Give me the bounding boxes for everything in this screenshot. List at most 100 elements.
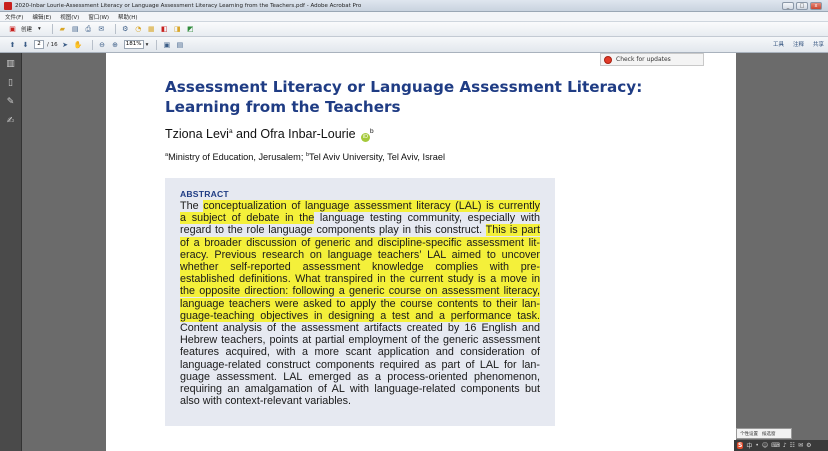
highlight-icon[interactable]: ▦ [147,24,156,34]
highlighted-text: a subject of debate in the [180,212,315,225]
email-icon[interactable]: ✉ [97,24,106,34]
zoom-dropdown-icon[interactable]: ▾ [146,42,149,48]
window-title: 2020-Inbar Lourie-Assessment Literacy or… [15,2,362,9]
affiliation-a: Ministry of Education, Jerusalem; [168,152,306,162]
menu-view[interactable]: 视图(V) [60,13,79,21]
ime-settings-gear-icon[interactable]: ⚙ [806,442,811,449]
zoom-out-icon[interactable]: ⊖ [98,40,107,50]
ime-keyboard-icon[interactable]: ⌨ [771,442,780,449]
author-2: and Ofra Inbar-Lourie [232,127,360,141]
bookmarks-icon[interactable]: ▯ [6,78,16,88]
navigation-panel: ▥ ▯ ✎ ✍ [0,53,22,451]
ime-chinese-mode[interactable]: 中 [746,441,752,450]
abstract-line: eracy. Previous research on language tea… [180,248,540,261]
zoom-level-input[interactable]: 181% [123,40,144,49]
page-number-input[interactable]: 2 [34,40,44,49]
navigation-toolbar: ⬆ ⬇ 2 / 16 ➤ ✋ ⊖ ⊕ 181% ▾ ▣ ▤ 工具 注释 共享 [0,37,828,53]
highlighted-text: This is part [485,224,540,237]
abstract-text-segment: language testing community, especially w… [314,212,540,225]
ime-toolbar: S 中 • ☺ ⌨ ♪ ☷ ✉ ⚙ [734,440,828,451]
signatures-icon[interactable]: ✍ [6,116,16,126]
abstract-line: a subject of debate in the language test… [180,212,540,225]
zoom-in-icon[interactable]: ⊕ [111,40,120,50]
attachments-icon[interactable]: ✎ [6,97,16,107]
check-for-updates-badge[interactable]: Check for updates [600,53,704,66]
toolbar-separator [114,24,116,34]
create-pdf-icon[interactable]: ▣ [8,24,17,34]
comment-pane-button[interactable]: 注释 [793,40,804,48]
abstract-line: features acquired, with a more scant app… [180,346,540,358]
comment-icon[interactable]: ◔ [134,24,143,34]
pdf-page: Check for updates Assessment Literacy or… [106,53,736,451]
ime-grid-icon[interactable]: ☷ [790,442,795,449]
fit-page-icon[interactable]: ▣ [162,40,171,50]
attach-file-icon[interactable]: ◨ [173,24,182,34]
abstract-line: requiring an amalgamation of AL with lan… [180,383,540,395]
abstract-text-segment: features acquired, with a more scant app… [180,346,540,359]
highlighted-text: whether self-reported assessment knowled… [180,261,540,273]
create-button-label[interactable]: 创建 [21,25,32,33]
abstract-heading: ABSTRACT [180,189,229,199]
ime-personal-settings[interactable]: 个性设置 [740,431,758,437]
author-1: Tziona Levi [165,127,229,141]
abstract-line: established definitions. What transpired… [180,273,540,286]
abstract-line: whether self-reported assessment knowled… [180,261,540,273]
ime-emoji-icon[interactable]: ☺ [762,442,768,449]
select-cursor-icon[interactable]: ➤ [61,40,70,50]
next-page-icon[interactable]: ⬇ [21,40,30,50]
window-controls: _ □ x [782,1,822,10]
toolbar-separator [156,39,158,50]
close-button[interactable]: x [810,1,822,10]
ime-candidate-window[interactable]: 候选窗 [762,431,776,437]
menu-edit[interactable]: 编辑(E) [32,13,51,21]
abstract-line: The conceptualization of language assess… [180,200,540,212]
ime-popup: 个性设置 候选窗 [736,428,792,439]
paper-title: Assessment Literacy or Language Assessme… [165,78,643,116]
abstract-text-segment: Hebrew teachers, points at partial emplo… [180,334,540,347]
sogou-logo-icon[interactable]: S [737,442,744,449]
print-icon[interactable]: ⎙ [84,24,93,34]
abstract-text-segment: regard to the role language components p… [180,224,486,237]
save-icon[interactable]: ▤ [71,24,80,34]
highlighted-text: of a broader discussion of generic and d… [180,236,540,249]
create-dropdown-icon[interactable]: ▾ [38,26,41,32]
task-pane-buttons: 工具 注释 共享 [773,40,824,48]
affiliation-b: Tel Aviv University, Tel Aviv, Israel [309,152,445,162]
abstract-line: Content analysis of the assessment artif… [180,322,540,334]
export-icon[interactable]: ◧ [160,24,169,34]
sign-icon[interactable]: ◩ [186,24,195,34]
tools-pane-button[interactable]: 工具 [773,40,784,48]
maximize-button[interactable]: □ [796,1,808,10]
abstract-box: ABSTRACT The conceptualization of langua… [165,178,555,426]
menu-file[interactable]: 文件(F) [5,13,23,21]
prev-page-icon[interactable]: ⬆ [8,40,17,50]
menu-window[interactable]: 窗口(W) [88,13,109,21]
acrobat-app-icon [4,1,12,10]
paper-affiliations: aMinistry of Education, Jerusalem; bTel … [165,152,445,162]
abstract-line: regard to the role language components p… [180,224,540,237]
paper-authors: Tziona Levia and Ofra Inbar-Lourie iDb [165,127,374,142]
abstract-text-segment: language-related construct components re… [180,358,540,371]
window-titlebar: 2020-Inbar Lourie-Assessment Literacy or… [0,0,828,12]
open-folder-icon[interactable]: ▰ [58,24,67,34]
settings-gear-icon[interactable]: ⚙ [121,24,130,34]
page-total: / 16 [47,41,58,48]
crossmark-logo-icon [604,55,612,64]
ime-voice-icon[interactable]: ♪ [783,442,787,449]
hand-tool-icon[interactable]: ✋ [74,40,83,50]
author-2-affiliation-mark: b [370,128,374,135]
ime-mail-icon[interactable]: ✉ [798,442,803,449]
highlighted-text: established definitions. What transpired… [180,273,540,286]
menu-help[interactable]: 帮助(H) [118,13,137,21]
abstract-line: guage-teaching objectives in designing a… [180,309,540,322]
abstract-text-segment: guage assessment. LAL emerged as a proce… [180,370,540,383]
fit-width-icon[interactable]: ▤ [175,40,184,50]
abstract-text-segment: also with context-relevant variables. [180,395,352,408]
orcid-icon[interactable]: iD [361,133,371,142]
ime-punctuation-icon[interactable]: • [755,442,759,449]
toolbar-separator [91,39,93,50]
page-thumbnails-icon[interactable]: ▥ [6,59,16,69]
share-pane-button[interactable]: 共享 [813,40,824,48]
main-toolbar: ▣ 创建 ▾ ▰ ▤ ⎙ ✉ ⚙ ◔ ▦ ◧ ◨ ◩ [0,22,828,37]
minimize-button[interactable]: _ [782,1,794,10]
